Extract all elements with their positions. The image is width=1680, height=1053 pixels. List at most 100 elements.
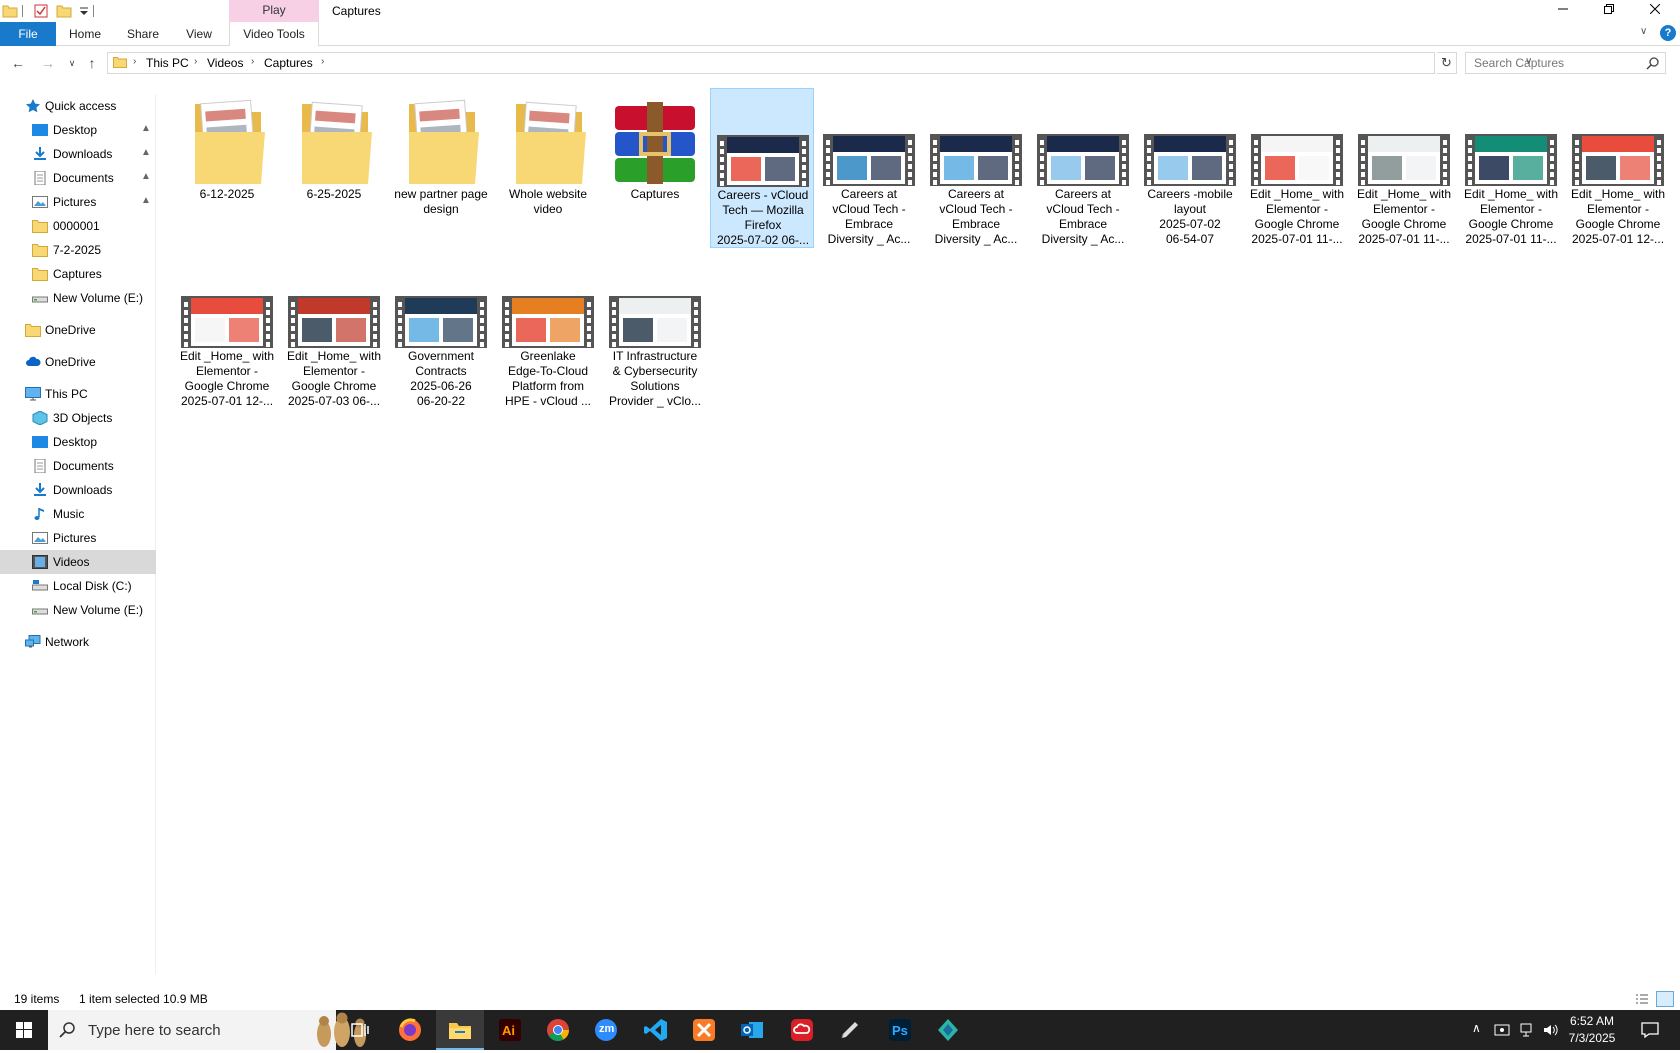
sidebar-item-pc-downloads[interactable]: Downloads <box>0 478 156 502</box>
address-bar[interactable]: › This PC › Videos › Captures › ∨ <box>107 52 1532 74</box>
system-clock[interactable]: 6:52 AM 7/3/2025 <box>1552 1013 1632 1047</box>
file-name-line: & Cybersecurity <box>612 364 698 378</box>
security-tray-icon[interactable] <box>1494 1022 1510 1038</box>
properties-icon[interactable] <box>33 3 49 19</box>
video-file-item[interactable]: Careers -mobile layout 2025-07-02 06-54-07 <box>1138 88 1242 248</box>
new-folder-icon[interactable] <box>56 3 72 19</box>
folder-item[interactable]: Whole website video <box>496 88 600 248</box>
sidebar-item-pc-new-volume-e[interactable]: New Volume (E:) <box>0 598 156 622</box>
folder-icon[interactable] <box>2 3 18 19</box>
help-icon[interactable]: ? <box>1660 25 1676 41</box>
file-name-line: vCloud Tech - <box>939 202 1013 216</box>
sidebar-item-pictures[interactable]: Pictures ▲ <box>0 190 156 214</box>
sidebar-item-desktop[interactable]: Desktop ▲ <box>0 118 156 142</box>
video-file-item[interactable]: Careers - vCloud Tech — Mozilla Firefox 202… <box>710 88 814 248</box>
taskbar-vscode[interactable] <box>632 1010 680 1050</box>
archive-file-item[interactable]: Captures <box>603 88 707 248</box>
expand-ribbon-icon[interactable]: ∨ <box>1640 26 1654 40</box>
forward-button[interactable]: → <box>38 53 58 73</box>
sidebar-item-3d-objects[interactable]: 3D Objects <box>0 406 156 430</box>
notification-icon[interactable] <box>1640 1020 1660 1040</box>
tab-home[interactable]: Home <box>60 22 110 46</box>
video-file-item[interactable]: Edit _Home_ with Elementor - Google Chrome… <box>1352 88 1456 248</box>
taskbar-creative-cloud[interactable] <box>778 1010 826 1050</box>
video-file-item[interactable]: Edit _Home_ with Elementor - Google Chrome… <box>1245 88 1349 248</box>
close-button[interactable] <box>1632 0 1678 22</box>
taskbar-illustrator[interactable]: Ai <box>486 1010 534 1050</box>
video-file-item[interactable]: Careers at vCloud Tech - Embrace Diversity … <box>924 88 1028 248</box>
chevron-right-icon[interactable]: › <box>251 56 254 67</box>
sidebar-item-0000001[interactable]: 0000001 <box>0 214 156 238</box>
recent-locations-chevron-down-icon[interactable]: ∨ <box>62 53 82 73</box>
sidebar-item-pc-pictures[interactable]: Pictures <box>0 526 156 550</box>
sidebar-item-music[interactable]: Music <box>0 502 156 526</box>
tab-video-tools[interactable]: Video Tools <box>229 22 319 46</box>
tab-share[interactable]: Share <box>118 22 168 46</box>
folder-item[interactable]: 6-12-2025 <box>175 88 279 248</box>
customize-quick-access-icon[interactable] <box>76 3 92 19</box>
video-file-item[interactable]: Careers at vCloud Tech - Embrace Diversity … <box>817 88 921 248</box>
breadcrumb-captures[interactable]: Captures <box>264 56 313 70</box>
video-file-item[interactable]: Greenlake Edge-To-Cloud Platform from HPE -… <box>496 250 600 410</box>
video-thumbnail-icon <box>1572 134 1664 186</box>
taskbar-search-input[interactable]: Type here to search <box>48 1010 366 1050</box>
chevron-right-icon[interactable]: › <box>321 56 324 67</box>
pin-icon[interactable]: ▲ <box>141 195 151 206</box>
app-icon <box>938 1019 958 1041</box>
sidebar-item-documents[interactable]: Documents ▲ <box>0 166 156 190</box>
taskbar-file-explorer[interactable] <box>436 1010 484 1050</box>
taskbar-xampp[interactable] <box>680 1010 728 1050</box>
pin-icon[interactable]: ▲ <box>141 171 151 182</box>
breadcrumb-videos[interactable]: Videos <box>207 56 243 70</box>
taskbar-chrome[interactable] <box>534 1010 582 1050</box>
taskbar-pen-tool[interactable] <box>826 1010 874 1050</box>
start-button[interactable] <box>0 1010 48 1050</box>
taskbar-firefox[interactable] <box>386 1010 434 1050</box>
sidebar-item-pc-documents[interactable]: Documents <box>0 454 156 478</box>
video-file-item[interactable]: IT Infrastructure & Cybersecurity Solution… <box>603 250 707 410</box>
search-input[interactable]: Search Captures <box>1465 52 1666 74</box>
video-file-item[interactable]: Edit _Home_ with Elementor - Google Chrome… <box>282 250 386 410</box>
sidebar-item-quick-access[interactable]: Quick access <box>0 94 156 118</box>
sidebar-item-captures[interactable]: Captures <box>0 262 156 286</box>
back-button[interactable]: ← <box>8 53 28 73</box>
folder-item[interactable]: new partner page design <box>389 88 493 248</box>
sidebar-item-pc-desktop[interactable]: Desktop <box>0 430 156 454</box>
show-hidden-icons-chevron-up-icon[interactable]: ∧ <box>1472 1021 1481 1035</box>
large-icons-view-icon[interactable] <box>1656 991 1674 1007</box>
taskbar-photoshop[interactable]: Ps <box>876 1010 924 1050</box>
sidebar-item-new-volume-e[interactable]: New Volume (E:) <box>0 286 156 310</box>
restore-button[interactable] <box>1586 0 1632 22</box>
video-thumbnail-icon <box>609 296 701 348</box>
video-file-item[interactable]: Edit _Home_ with Elementor - Google Chrome… <box>175 250 279 410</box>
taskbar-app[interactable] <box>924 1010 972 1050</box>
sidebar-item-this-pc[interactable]: This PC <box>0 382 156 406</box>
sidebar-item-onedrive[interactable]: OneDrive <box>0 350 156 374</box>
sidebar-item-7-2-2025[interactable]: 7-2-2025 <box>0 238 156 262</box>
sidebar-item-onedrive-folder[interactable]: OneDrive <box>0 318 156 342</box>
up-button[interactable]: ↑ <box>82 53 102 73</box>
pin-icon[interactable]: ▲ <box>141 123 151 134</box>
tab-file[interactable]: File <box>0 22 56 46</box>
task-view-button[interactable] <box>336 1010 384 1050</box>
video-file-item[interactable]: Edit _Home_ with Elementor - Google Chrome… <box>1566 88 1670 248</box>
sidebar-item-local-disk-c[interactable]: Local Disk (C:) <box>0 574 156 598</box>
taskbar-zoom[interactable]: zm <box>582 1010 630 1050</box>
refresh-button[interactable]: ↻ <box>1437 52 1457 74</box>
pin-icon[interactable]: ▲ <box>141 147 151 158</box>
breadcrumb-this-pc[interactable]: This PC <box>146 56 189 70</box>
video-file-item[interactable]: Government Contracts 2025-06-26 06-20-22 <box>389 250 493 410</box>
sidebar-item-network[interactable]: Network <box>0 630 156 654</box>
network-tray-icon[interactable] <box>1518 1022 1534 1038</box>
video-file-item[interactable]: Edit _Home_ with Elementor - Google Chrome… <box>1459 88 1563 248</box>
chevron-right-icon[interactable]: › <box>194 56 197 67</box>
folder-item[interactable]: 6-25-2025 <box>282 88 386 248</box>
file-thumbnail <box>1144 96 1236 186</box>
details-view-icon[interactable] <box>1634 991 1650 1007</box>
tab-view[interactable]: View <box>174 22 224 46</box>
taskbar-outlook[interactable] <box>728 1010 776 1050</box>
sidebar-item-downloads[interactable]: Downloads ▲ <box>0 142 156 166</box>
video-file-item[interactable]: Careers at vCloud Tech - Embrace Diversity … <box>1031 88 1135 248</box>
minimize-button[interactable] <box>1540 0 1586 22</box>
sidebar-item-videos[interactable]: Videos <box>0 550 156 574</box>
